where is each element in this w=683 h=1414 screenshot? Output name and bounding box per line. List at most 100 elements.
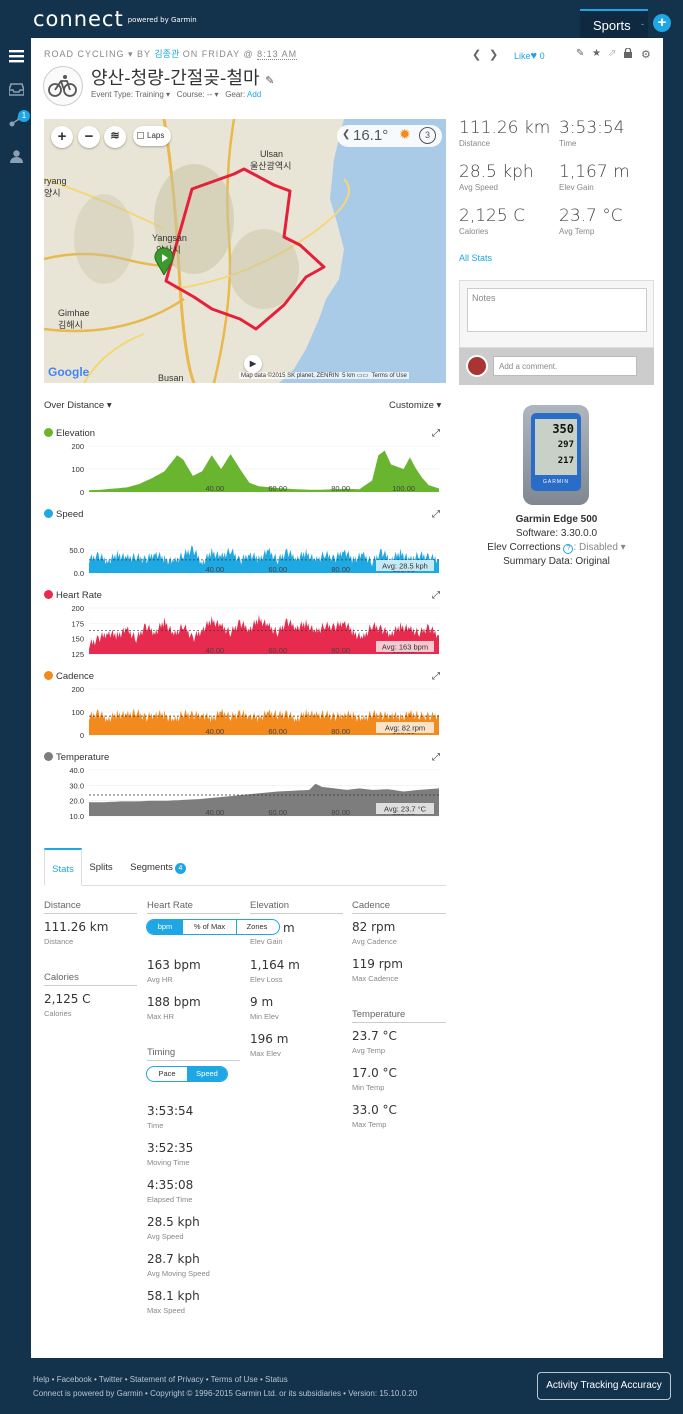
stat-max-temp-value: 33.0 °C <box>352 1103 397 1117</box>
elev-corrections[interactable]: Elev Corrections ?: Disabled ▾ <box>459 542 654 554</box>
gear-settings-icon[interactable]: ⚙ <box>641 48 651 61</box>
timing-heading: Timing <box>147 1047 240 1061</box>
avg-label: Avg: 23.7 °C <box>384 805 427 814</box>
share-icon[interactable]: ⇗ <box>608 48 616 59</box>
add-button[interactable]: + <box>653 14 671 32</box>
x-tick-label: 60.00 <box>268 484 287 493</box>
like-button[interactable]: Like♥ 0 <box>514 50 545 62</box>
distance-heading: Distance <box>44 900 137 914</box>
temperature-chart[interactable]: 40.030.020.010.040.0060.0080.00100.00Avg… <box>44 766 446 822</box>
hr-bpm-option[interactable]: bpm <box>147 920 183 934</box>
sports-tab[interactable]: Sports - <box>580 9 648 38</box>
activity-tracking-accuracy-button[interactable]: Activity Tracking Accuracy <box>537 1372 671 1400</box>
tab-segments[interactable]: Segments 4 <box>128 848 188 886</box>
map-terms-link[interactable]: Terms of Use <box>372 373 407 379</box>
stat-elev-loss-value: 1,164 m <box>250 958 300 972</box>
customize-dropdown[interactable]: Customize ▾ <box>389 400 441 411</box>
stat-avg-cadence-value: 82 rpm <box>352 920 396 934</box>
stat-min-temp-value: 17.0 °C <box>352 1066 397 1080</box>
elevation-chart[interactable]: 200 100 0 40.00 60.00 80.00 100.00 <box>44 442 446 498</box>
stat-min-temp-label: Min Temp <box>352 1083 385 1092</box>
notification-badge: 1 <box>18 110 30 122</box>
activity-type[interactable]: ROAD CYCLING <box>44 49 125 59</box>
stat-elev-gain-label: Elev Gain <box>250 937 283 946</box>
stat-max-temp-label: Max Temp <box>352 1120 387 1129</box>
heart-rate-heading: Heart Rate <box>147 900 240 914</box>
y-tick-label: 20.0 <box>69 797 84 806</box>
zoom-in-button[interactable]: + <box>51 126 73 148</box>
edit-pencil-icon[interactable]: ✎ <box>265 74 274 87</box>
edit-icon[interactable]: ✎ <box>576 48 584 59</box>
heart-rate-chart[interactable]: 20017515012540.0060.0080.00100.00Avg: 16… <box>44 604 446 660</box>
avg-label: Avg: 28.5 kph <box>382 562 428 571</box>
x-tick-label: 40.00 <box>205 646 224 655</box>
activity-map[interactable]: + − ≋ Laps ❮ 16.1° ✹ 3 Ulsan 울산광역시 ryang… <box>44 119 446 383</box>
expand-temperature-icon[interactable]: ⤢ <box>432 752 440 763</box>
lock-icon[interactable] <box>624 47 632 61</box>
stat-calories-value: 2,125 C <box>44 992 91 1006</box>
hr-percent-option[interactable]: % of Max <box>183 920 237 934</box>
speed-option[interactable]: Speed <box>187 1067 227 1081</box>
footer-copyright: Connect is powered by Garmin • Copyright… <box>33 1389 418 1398</box>
cadence-heading: Cadence <box>352 900 446 914</box>
connect-logo[interactable]: connect powered by Garmin <box>33 7 197 31</box>
activity-time[interactable]: 8:13 AM <box>257 49 298 60</box>
elevation-heading: Elevation <box>250 900 343 914</box>
layers-icon[interactable]: ≋ <box>104 126 126 148</box>
activity-title[interactable]: 양산-청량-간절곶-철마 ✎ <box>91 64 274 90</box>
menu-icon[interactable] <box>9 50 24 63</box>
pace-option[interactable]: Pace <box>147 1067 187 1081</box>
sports-caret-icon[interactable]: - <box>641 19 644 29</box>
device-software: Software: 3.30.0.0 <box>515 528 598 539</box>
owner-link[interactable]: 김종관 <box>154 49 179 59</box>
tab-splits[interactable]: Splits <box>86 848 116 886</box>
prev-arrow-icon[interactable]: ❮ <box>472 48 481 61</box>
gear-add-link[interactable]: Add <box>247 90 261 99</box>
course-dropdown[interactable]: Course: -- ▾ <box>177 90 219 99</box>
all-stats-link[interactable]: All Stats <box>459 253 492 263</box>
comment-input[interactable]: Add a comment. <box>493 356 637 376</box>
zoom-out-button[interactable]: − <box>78 126 100 148</box>
stat-elapsed-time-label: Elapsed Time <box>147 1195 193 1204</box>
expand-speed-icon[interactable]: ⤢ <box>432 509 440 520</box>
stat-time-label: Time <box>147 1121 164 1130</box>
device-name[interactable]: Garmin Edge 500 <box>459 514 654 525</box>
weather-badge[interactable]: ❮ 16.1° ✹ 3 <box>337 125 442 147</box>
next-arrow-icon[interactable]: ❯ <box>489 48 498 61</box>
stat-avg-cadence-label: Avg Cadence <box>352 937 397 946</box>
favorite-star-icon[interactable]: ★ <box>592 48 601 59</box>
stat-avg-moving-speed-value: 28.7 kph <box>147 1252 200 1266</box>
speed-chart[interactable]: 50.00.040.0060.0080.00100.00Avg: 28.5 kp… <box>44 523 446 579</box>
playback-button[interactable]: ▶ <box>244 355 262 373</box>
stat-min-elev-value: 9 m <box>250 995 274 1009</box>
over-distance-dropdown[interactable]: Over Distance ▾ <box>44 400 112 411</box>
chart-title-speed: Speed <box>44 509 83 520</box>
expand-elevation-icon[interactable]: ⤢ <box>432 428 440 439</box>
user-avatar <box>466 355 488 377</box>
notes-textarea[interactable]: Notes <box>467 288 647 332</box>
tab-stats[interactable]: Stats <box>44 848 82 886</box>
stat-avg-temp-label: Avg Temp <box>352 1046 386 1055</box>
summary-avg-speed: 28.5 kph Avg Speed <box>459 162 534 192</box>
laps-checkbox[interactable]: Laps <box>133 126 171 146</box>
stat-avg-hr-label: Avg HR <box>147 975 173 984</box>
cadence-chart[interactable]: 200100040.0060.0080.00100.00Avg: 82 rpm <box>44 685 446 741</box>
expand-heart-rate-icon[interactable]: ⤢ <box>432 590 440 601</box>
expand-cadence-icon[interactable]: ⤢ <box>432 671 440 682</box>
profile-icon[interactable] <box>9 150 24 163</box>
stat-max-cadence-value: 119 rpm <box>352 957 403 971</box>
event-type-dropdown[interactable]: Event Type: Training ▾ <box>91 90 170 99</box>
x-tick-label: 80.00 <box>331 808 350 817</box>
x-tick-label: 100.00 <box>392 484 415 493</box>
y-tick-label: 175 <box>71 619 84 628</box>
stat-max-speed-label: Max Speed <box>147 1306 185 1315</box>
y-tick-label: 0 <box>80 731 84 740</box>
footer-links[interactable]: Help • Facebook • Twitter • Statement of… <box>33 1375 288 1384</box>
stat-elev-loss-label: Elev Loss <box>250 975 283 984</box>
inbox-icon[interactable] <box>9 83 24 96</box>
hr-zones-option[interactable]: Zones <box>237 920 277 934</box>
notes-panel: Notes <box>459 280 654 348</box>
area-series <box>89 450 439 492</box>
start-marker-icon[interactable] <box>154 247 174 275</box>
activity-meta: Event Type: Training ▾ Course: -- ▾ Gear… <box>91 90 262 99</box>
